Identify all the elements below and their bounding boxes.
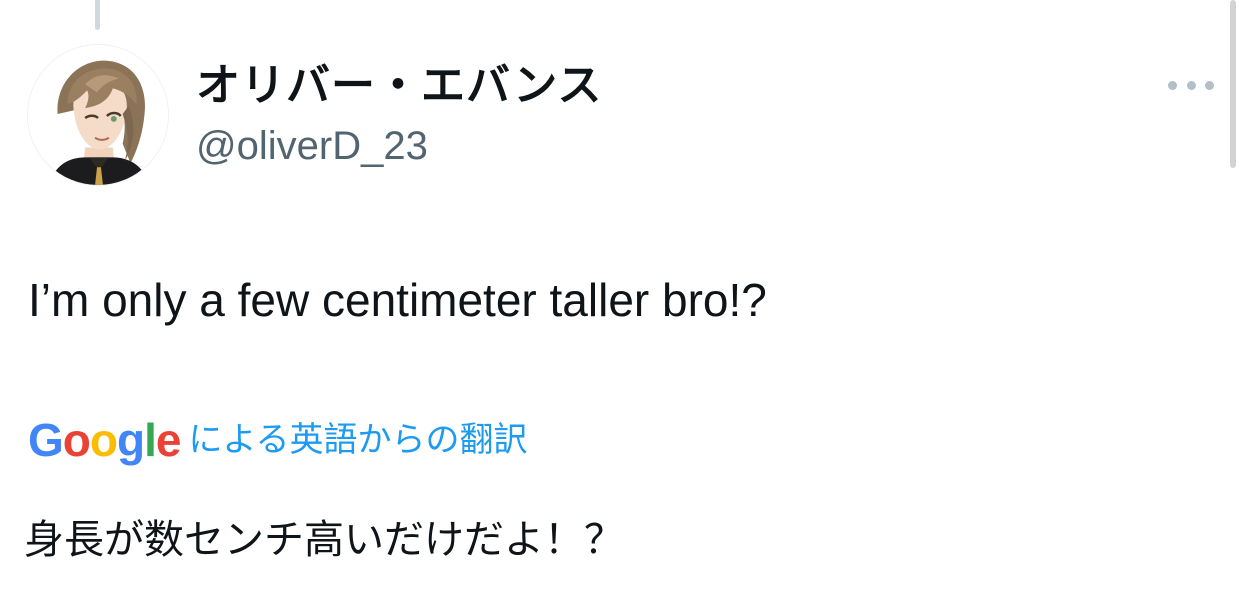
- avatar-image: [28, 45, 168, 185]
- google-logo-letter: o: [62, 414, 91, 466]
- tweet-text: I’m only a few centimeter taller bro!?: [28, 274, 767, 326]
- more-horizontal-icon-dot: [1205, 80, 1214, 90]
- google-logo: Google: [28, 412, 182, 468]
- more-horizontal-icon: [1168, 80, 1177, 90]
- thread-connector-line: [95, 0, 100, 30]
- more-horizontal-icon-dot: [1186, 80, 1196, 90]
- google-logo-letter: o: [89, 414, 118, 466]
- translation-label[interactable]: による英語からの翻訳: [188, 412, 527, 468]
- avatar[interactable]: [27, 44, 169, 186]
- google-logo-letter: l: [144, 414, 157, 466]
- user-handle[interactable]: @oliverD_23: [196, 120, 428, 172]
- translation-attribution[interactable]: Google による英語からの翻訳: [28, 410, 527, 470]
- google-logo-letter: e: [155, 414, 182, 466]
- display-name[interactable]: オリバー・エバンス: [196, 58, 602, 114]
- google-logo-letter: G: [28, 414, 64, 466]
- google-logo-letter: g: [117, 414, 145, 466]
- more-options-button[interactable]: [1168, 70, 1214, 100]
- scrollbar[interactable]: [1230, 0, 1236, 168]
- translated-tweet-text: 身長が数センチ高いだけだよ！？: [24, 517, 624, 563]
